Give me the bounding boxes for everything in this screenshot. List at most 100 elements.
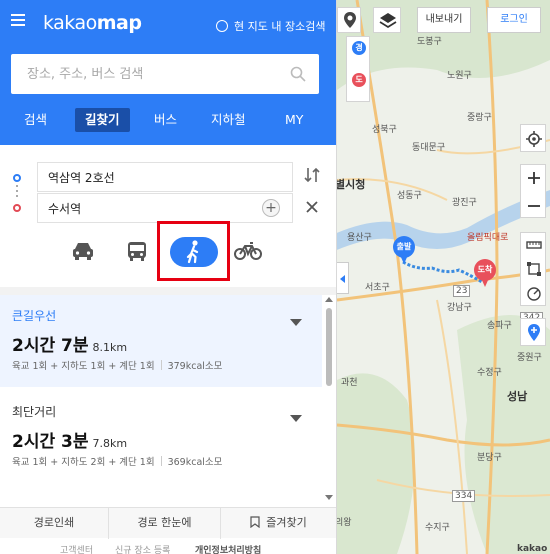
zoom-in-icon[interactable]: [521, 165, 547, 191]
layers-icon: [379, 13, 397, 29]
scroll-down-icon[interactable]: [325, 495, 333, 500]
location-pin-icon: [344, 12, 356, 28]
result-title: 최단거리: [12, 405, 57, 419]
start-field[interactable]: 역삼역 2호선: [37, 162, 293, 192]
start-pin[interactable]: 출발: [393, 236, 415, 264]
end-pin[interactable]: 도착: [474, 259, 496, 287]
result-calories: 379kcal소모: [167, 361, 223, 372]
target-icon: [526, 131, 542, 147]
map-label: 용산구: [347, 233, 372, 243]
chevron-left-icon: [340, 275, 345, 283]
kakao-watermark: kakao: [517, 544, 548, 554]
footer-link-privacy[interactable]: 개인정보처리방침: [195, 543, 261, 554]
map-label: 강남구: [447, 303, 472, 313]
map-area-search-toggle[interactable]: 현 지도 내 장소검색: [216, 18, 325, 34]
search-box: [11, 54, 319, 94]
radius-icon[interactable]: [521, 282, 547, 306]
map-label: 중원구: [517, 353, 542, 363]
tab-search[interactable]: 검색: [24, 108, 47, 132]
favorite-button[interactable]: 즐겨찾기: [220, 508, 336, 539]
scroll-thumb[interactable]: [326, 308, 332, 386]
area-icon[interactable]: [521, 258, 547, 282]
road-number: 23: [453, 285, 471, 297]
result-time: 2시간 7분 8.1km: [12, 336, 128, 356]
result-calories: 369kcal소모: [167, 457, 223, 468]
tab-bus[interactable]: 버스: [154, 108, 177, 132]
tab-directions[interactable]: 길찾기: [75, 108, 130, 132]
tab-subway[interactable]: 지하철: [211, 108, 246, 132]
scroll-up-icon[interactable]: [325, 297, 333, 302]
layers-button[interactable]: [373, 7, 401, 33]
map-tools: [520, 232, 546, 306]
section-divider: [0, 287, 336, 295]
map-label: 송파구: [487, 321, 512, 331]
route-overview-button[interactable]: 경로 한눈에: [108, 508, 220, 539]
map-area-search-label: 현 지도 내 장소검색: [234, 20, 326, 33]
chevron-down-icon[interactable]: [290, 319, 302, 326]
footer-link-register[interactable]: 신규 장소 등록: [115, 543, 170, 554]
mode-car[interactable]: [70, 240, 110, 270]
mode-walk[interactable]: [170, 237, 218, 267]
zoom-control: [520, 164, 546, 218]
car-icon: [73, 243, 93, 260]
map-label: 성남: [507, 390, 528, 403]
map-label: 별시청: [337, 178, 366, 191]
app-root: kakaomap 현 지도 내 장소검색 검색 길찾기 버스 지하철 MY 역삼…: [0, 0, 550, 554]
end-field[interactable]: 수서역: [37, 193, 293, 223]
end-marker-icon: [13, 204, 21, 212]
radio-icon[interactable]: [216, 20, 228, 32]
main-tabs: 검색 길찾기 버스 지하철 MY: [0, 104, 336, 136]
search-input[interactable]: [11, 66, 281, 82]
route-result-2[interactable]: 최단거리 2시간 3분 7.8km 육교 1회 + 지하도 2회 + 계단 1회 3…: [0, 391, 322, 483]
map-label: 수지구: [425, 523, 450, 533]
via-marker-1[interactable]: 경: [352, 41, 366, 55]
print-route-button[interactable]: 경로인쇄: [0, 508, 108, 539]
map-marker-icon: [528, 324, 540, 341]
bookmark-icon: [250, 516, 260, 529]
via-marker-2[interactable]: 도: [352, 73, 366, 87]
map-label: 성동구: [397, 191, 422, 201]
zoom-out-icon[interactable]: [521, 193, 547, 219]
ruler-icon[interactable]: [521, 234, 547, 258]
hamburger-menu-icon[interactable]: [11, 14, 25, 26]
mode-bike[interactable]: [234, 240, 274, 270]
tab-my[interactable]: MY: [285, 108, 303, 132]
result-detail: 육교 1회 + 지하도 1회 + 계단 1회 379kcal소모: [12, 360, 223, 372]
map-label: 성북구: [372, 125, 397, 135]
bus-icon: [128, 242, 146, 261]
walk-icon: [186, 240, 199, 264]
map-label: 수정구: [477, 368, 502, 378]
search-icon[interactable]: [290, 66, 306, 82]
map-label: 의왕: [337, 518, 352, 528]
map-label: 과천: [341, 378, 358, 388]
start-marker-icon: [13, 174, 21, 182]
result-detail: 육교 1회 + 지하도 2회 + 계단 1회 369kcal소모: [12, 456, 223, 468]
map-view[interactable]: 도봉구 노원구 성북구 동대문구 중랑구 별시청 성동구 광진구 용산구 올림픽…: [337, 0, 550, 554]
chevron-down-icon[interactable]: [290, 415, 302, 422]
results-scrollbar[interactable]: [325, 297, 333, 505]
map-label: 서초구: [365, 283, 390, 293]
map-label: 노원구: [447, 71, 472, 81]
route-result-1[interactable]: 큰길우선 2시간 7분 8.1km 육교 1회 + 지하도 1회 + 계단 1회 3…: [0, 295, 322, 387]
footer-link-support[interactable]: 고객센터: [60, 543, 93, 554]
walk-mode-highlight: [157, 221, 230, 281]
collapse-panel-button[interactable]: [337, 262, 349, 294]
add-waypoint-button[interactable]: +: [262, 199, 280, 217]
map-label: 도봉구: [417, 37, 442, 47]
close-icon[interactable]: [305, 200, 319, 214]
road-number: 334: [452, 490, 476, 502]
export-button[interactable]: 내보내기: [417, 7, 471, 33]
bike-icon: [234, 242, 262, 260]
waypoint-stack: 경 도: [346, 36, 370, 102]
roadview-button[interactable]: [337, 7, 361, 33]
result-distance: 7.8km: [92, 437, 128, 450]
map-label: 동대문구: [412, 143, 446, 153]
place-button[interactable]: [520, 318, 546, 346]
footer: 고객센터 신규 장소 등록 개인정보처리방침: [0, 540, 336, 554]
kakaomap-logo[interactable]: kakaomap: [43, 12, 142, 34]
map-label: 광진구: [452, 198, 477, 208]
login-button[interactable]: 로그인: [487, 7, 541, 33]
map-label: 중랑구: [467, 113, 492, 123]
swap-icon[interactable]: [304, 166, 320, 184]
current-location-button[interactable]: [520, 124, 546, 152]
